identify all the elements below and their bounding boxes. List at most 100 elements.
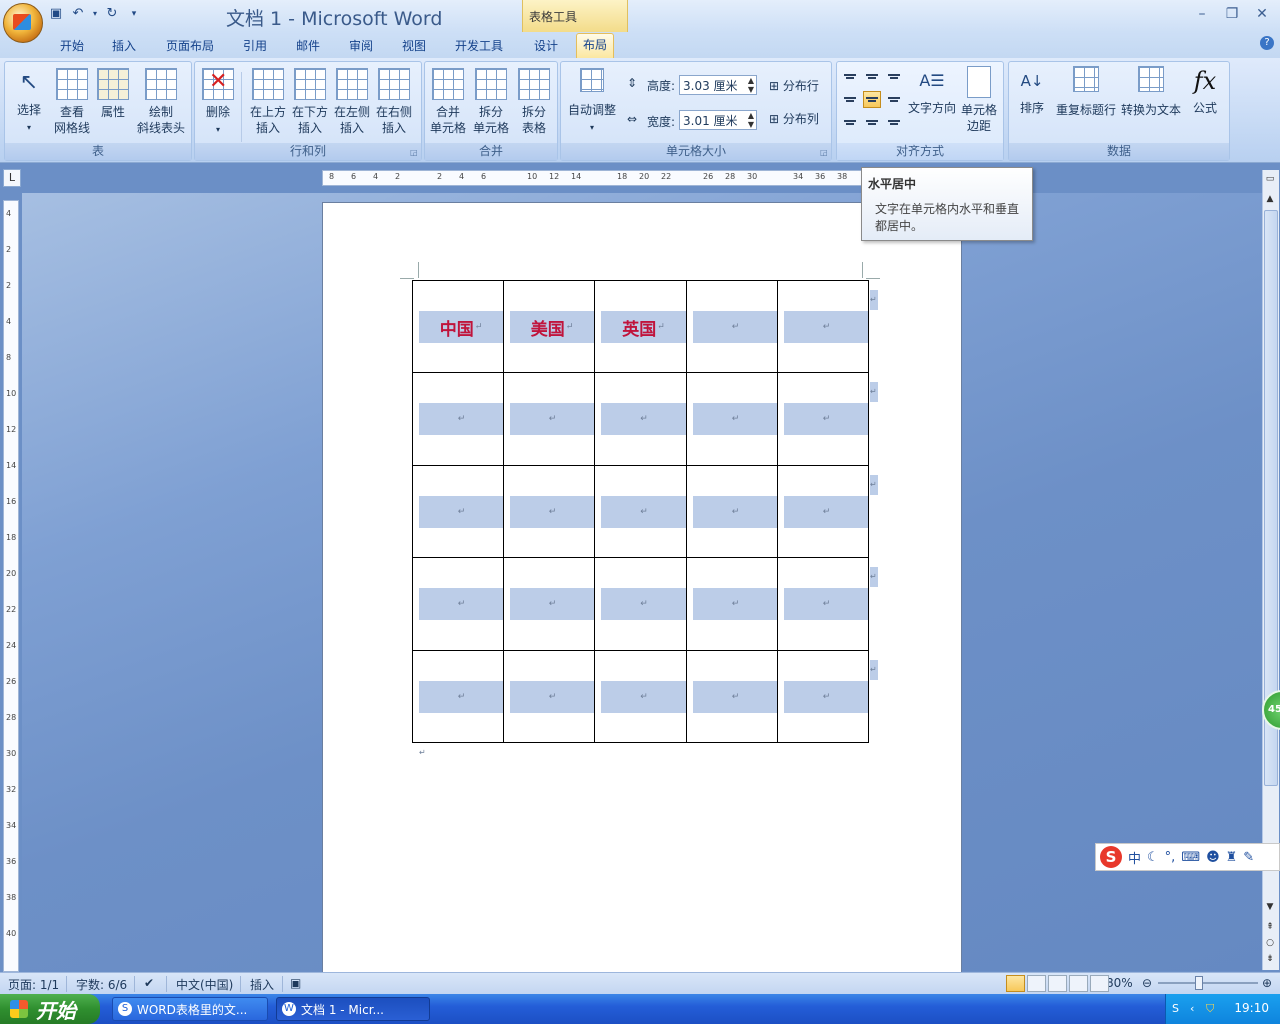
wrench-icon[interactable]: ✎	[1243, 850, 1254, 865]
align-bottom-center-icon[interactable]	[863, 114, 881, 131]
table-cell[interactable]: ↵	[686, 650, 778, 743]
table-cell[interactable]: ↵	[777, 557, 869, 651]
table-cell[interactable]: ↵	[594, 650, 687, 743]
taskbar-item-word[interactable]: W 文档 1 - Micr...	[276, 997, 430, 1021]
align-top-right-icon[interactable]	[885, 68, 903, 85]
ime-mode[interactable]: 中	[1128, 848, 1141, 867]
table-cell[interactable]: ↵	[503, 557, 595, 651]
sort-button[interactable]: A↓ 排序	[1015, 66, 1049, 116]
table-cell[interactable]: ↵	[777, 280, 869, 373]
office-button[interactable]	[3, 3, 43, 43]
zoom-in-icon[interactable]: ⊕	[1262, 976, 1272, 990]
align-middle-right-icon[interactable]	[885, 91, 903, 108]
tab-mailings[interactable]: 邮件	[296, 36, 320, 56]
table-cell[interactable]: ↵	[503, 372, 595, 466]
redo-icon[interactable]: ↻	[104, 6, 120, 22]
split-cells-button[interactable]: 拆分 单元格	[470, 68, 512, 136]
distribute-columns-button[interactable]: ⊞ 分布列	[769, 110, 819, 127]
table-cell[interactable]: ↵	[594, 557, 687, 651]
tray-expand-icon[interactable]: ‹	[1190, 1002, 1194, 1015]
align-center-icon[interactable]	[863, 91, 881, 108]
zoom-slider[interactable]	[1158, 982, 1258, 984]
height-spinner[interactable]: 3.03 厘米 ▲ ▼	[679, 75, 757, 95]
autofit-button[interactable]: 自动调整 ▾	[565, 68, 619, 136]
insert-right-button[interactable]: 在右侧 插入	[373, 68, 415, 136]
select-button[interactable]: ↖ 选择 ▾	[11, 68, 47, 136]
table-cell[interactable]: ↵	[777, 372, 869, 466]
spin-arrows-icon[interactable]: ▲ ▼	[748, 111, 754, 129]
minimize-icon[interactable]: –	[1192, 6, 1212, 22]
insert-below-button[interactable]: 在下方 插入	[289, 68, 331, 136]
insert-left-button[interactable]: 在左侧 插入	[331, 68, 373, 136]
draft-view-icon[interactable]	[1090, 975, 1109, 992]
close-icon[interactable]: ✕	[1252, 6, 1272, 22]
proofing-icon[interactable]: ✔	[144, 976, 154, 990]
align-middle-left-icon[interactable]	[841, 91, 859, 108]
security-shield-icon[interactable]: ⛉	[1206, 1002, 1214, 1016]
delete-button[interactable]: ✕ 删除 ▾	[199, 68, 237, 138]
table-cell[interactable]: 美国 ↵	[503, 280, 595, 373]
previous-page-icon[interactable]: ⇞	[1264, 920, 1276, 934]
undo-dropdown-icon[interactable]: ▾	[92, 6, 98, 22]
zoom-out-icon[interactable]: ⊖	[1142, 976, 1152, 990]
spin-arrows-icon[interactable]: ▲ ▼	[748, 76, 754, 94]
undo-icon[interactable]: ↶	[70, 6, 86, 22]
word-table[interactable]: 中国 ↵ 美国 ↵ 英国 ↵ ↵ ↵ ↵ ↵ ↵ ↵ ↵ ↵ ↵ ↵ ↵ ↵ ↵ ↵ ↵ ↵ ↵ ↵ ↵ ↵ ↵ ↵	[412, 280, 869, 743]
split-table-button[interactable]: 拆分 表格	[513, 68, 555, 136]
table-cell[interactable]: ↵	[503, 650, 595, 743]
zoom-level[interactable]: 80%	[1106, 976, 1133, 990]
punctuation-icon[interactable]: °,	[1165, 850, 1176, 865]
table-cell[interactable]: 中国 ↵	[412, 280, 504, 373]
tab-references[interactable]: 引用	[243, 36, 267, 56]
table-cell[interactable]: ↵	[412, 650, 504, 743]
table-cell[interactable]: ↵	[686, 465, 778, 558]
tab-developer[interactable]: 开发工具	[455, 36, 503, 56]
formula-button[interactable]: fx 公式	[1185, 66, 1225, 116]
user-icon[interactable]: ☻	[1206, 850, 1220, 865]
moon-icon[interactable]: ☾	[1147, 850, 1159, 865]
full-screen-reading-view-icon[interactable]	[1027, 975, 1046, 992]
table-cell[interactable]: ↵	[777, 650, 869, 743]
scroll-down-icon[interactable]: ▼	[1264, 900, 1276, 914]
draw-diagonal-header-button[interactable]: 绘制 斜线表头	[133, 68, 189, 136]
keyboard-icon[interactable]: ⌨	[1181, 850, 1200, 865]
align-top-left-icon[interactable]	[841, 68, 859, 85]
table-cell[interactable]: ↵	[412, 465, 504, 558]
merge-cells-button[interactable]: 合并 单元格	[427, 68, 469, 136]
table-cell[interactable]: ↵	[412, 372, 504, 466]
align-bottom-right-icon[interactable]	[885, 114, 903, 131]
tab-view[interactable]: 视图	[402, 36, 426, 56]
ruler-toggle-icon[interactable]: ▭	[1264, 172, 1276, 186]
vertical-ruler[interactable]: 4 2 2 4 8 10 12 14 16 18 20 22 24 26 28 30 32 34 36 38 40	[3, 200, 19, 972]
tab-insert[interactable]: 插入	[112, 36, 136, 56]
skin-shirt-icon[interactable]: ♜	[1226, 850, 1238, 865]
repeat-header-rows-button[interactable]: 重复标题行	[1053, 66, 1119, 118]
dialog-launcher-icon[interactable]: ◲	[820, 149, 828, 157]
tab-design[interactable]: 设计	[534, 36, 558, 56]
ime-toolbar[interactable]: S 中 ☾ °, ⌨ ☻ ♜ ✎	[1095, 843, 1280, 871]
horizontal-ruler[interactable]: 8 6 4 2 2 4 6 10 12 14 18 20 22 26 28 30 34 36 38	[322, 170, 862, 186]
width-spinner[interactable]: 3.01 厘米 ▲ ▼	[679, 110, 757, 130]
print-layout-view-icon[interactable]	[1006, 975, 1025, 992]
start-button[interactable]: 开始	[0, 994, 100, 1024]
zoom-slider-thumb[interactable]	[1195, 976, 1203, 990]
browse-object-icon[interactable]: ○	[1264, 936, 1276, 950]
insert-mode[interactable]: 插入	[250, 976, 274, 993]
insert-above-button[interactable]: 在上方 插入	[247, 68, 289, 136]
align-top-center-icon[interactable]	[863, 68, 881, 85]
properties-button[interactable]: 属性	[95, 68, 131, 120]
outline-view-icon[interactable]	[1069, 975, 1088, 992]
customize-qat-icon[interactable]: ▾	[126, 6, 142, 22]
tab-selector-icon[interactable]: L	[3, 169, 21, 187]
page-count[interactable]: 页面: 1/1	[8, 976, 59, 993]
scroll-up-icon[interactable]: ▲	[1264, 192, 1276, 206]
distribute-rows-button[interactable]: ⊞ 分布行	[769, 77, 819, 94]
table-cell[interactable]: ↵	[777, 465, 869, 558]
cell-margins-button[interactable]: 单元格 边距	[959, 66, 999, 134]
table-cell[interactable]: ↵	[686, 372, 778, 466]
table-cell[interactable]: ↵	[503, 465, 595, 558]
table-cell[interactable]: ↵	[686, 557, 778, 651]
table-cell[interactable]: 英国 ↵	[594, 280, 687, 373]
save-icon[interactable]: ▣	[48, 6, 64, 22]
restore-icon[interactable]: ❐	[1222, 6, 1242, 22]
